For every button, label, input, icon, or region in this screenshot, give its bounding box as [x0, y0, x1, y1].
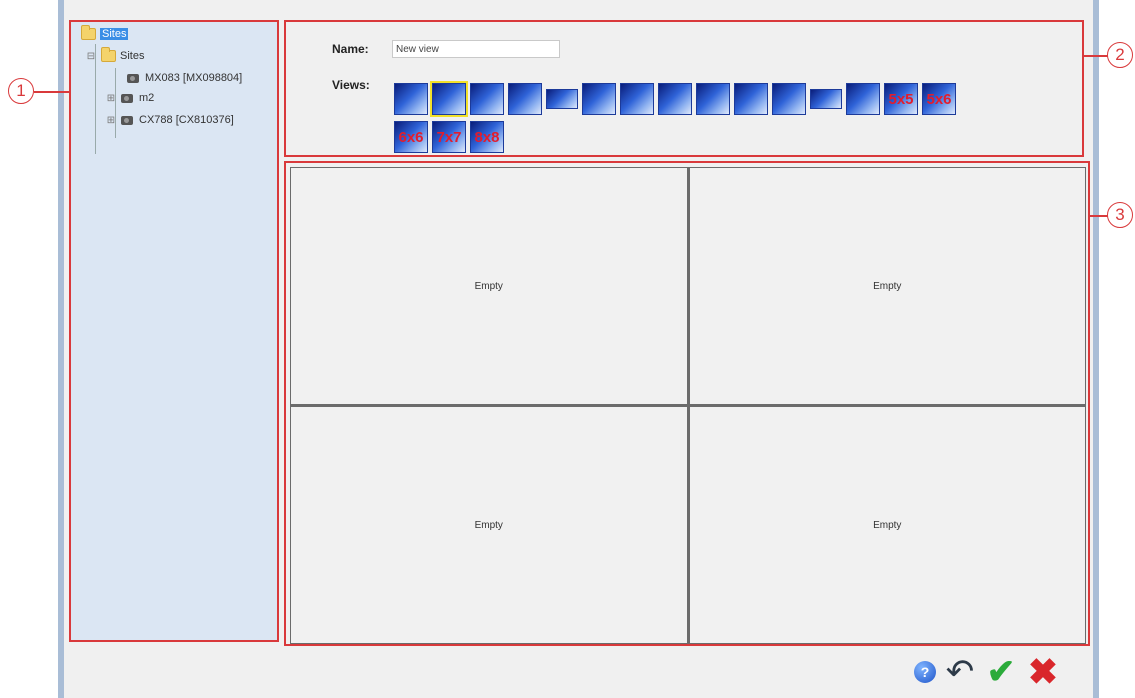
layout-option[interactable]: 8x8 — [470, 121, 504, 153]
layout-option[interactable] — [620, 83, 654, 115]
callout-3: 3 — [1107, 202, 1133, 228]
view-settings-panel: Name: Views: 5x5 5x6 6x6 7x7 8x8 — [284, 20, 1084, 157]
callout-2: 2 — [1107, 42, 1133, 68]
layout-option[interactable] — [546, 89, 578, 109]
layout-option[interactable]: 5x6 — [922, 83, 956, 115]
view-cell[interactable]: Empty — [689, 407, 1085, 643]
view-name-input[interactable] — [392, 40, 560, 58]
check-icon: ✔ — [986, 653, 1016, 691]
view-cell[interactable]: Empty — [291, 407, 687, 643]
layout-option[interactable] — [696, 83, 730, 115]
collapse-icon[interactable]: ⊟ — [85, 51, 97, 62]
layout-option-selected[interactable] — [430, 81, 468, 117]
tree-item-site[interactable]: ⊞ m2 — [105, 92, 154, 104]
close-icon: ✖ — [1027, 651, 1059, 692]
tree-item-site[interactable]: ⊞ CX788 [CX810376] — [105, 114, 234, 126]
layout-option[interactable] — [846, 83, 880, 115]
layout-option-label: 6x6 — [398, 129, 424, 146]
layout-option-label: 7x7 — [436, 129, 462, 146]
tree-root-label: Sites — [100, 28, 129, 40]
layout-option[interactable] — [810, 89, 842, 109]
layout-option[interactable]: 7x7 — [432, 121, 466, 153]
help-button[interactable]: ? — [912, 655, 938, 689]
view-cell-label: Empty — [873, 280, 902, 292]
view-cell[interactable]: Empty — [291, 168, 687, 404]
tree-item-site[interactable]: MX083 [MX098804] — [127, 72, 242, 84]
camera-icon — [121, 93, 133, 103]
callout-2-line — [1084, 55, 1108, 57]
site-tree-panel: Sites ⊟ Sites MX083 [MX098804] ⊞ m2 ⊞ CX… — [69, 20, 279, 642]
cancel-button[interactable]: ✖ — [1024, 651, 1062, 692]
layout-option[interactable] — [508, 83, 542, 115]
layout-option[interactable] — [394, 83, 428, 115]
view-cell-label: Empty — [474, 280, 503, 292]
tree-item-label: MX083 [MX098804] — [145, 72, 243, 84]
view-grid: Empty Empty Empty Empty — [290, 167, 1086, 644]
layout-option[interactable]: 5x5 — [884, 83, 918, 115]
ok-button[interactable]: ✔ — [982, 655, 1020, 689]
tree-item-label: CX788 [CX810376] — [139, 114, 234, 126]
views-label: Views: — [332, 78, 370, 92]
layout-option[interactable] — [658, 83, 692, 115]
view-cell-label: Empty — [873, 519, 902, 531]
view-cell-label: Empty — [474, 519, 503, 531]
layout-option[interactable] — [772, 83, 806, 115]
layout-option-label: 5x6 — [926, 91, 952, 108]
layout-option[interactable] — [734, 83, 768, 115]
layout-option-label: 8x8 — [474, 129, 500, 146]
layout-picker: 5x5 5x6 6x6 7x7 8x8 — [394, 81, 1054, 153]
tree-node-sites[interactable]: ⊟ Sites — [85, 47, 145, 62]
layout-option[interactable] — [582, 83, 616, 115]
camera-icon — [121, 115, 133, 125]
tree-root[interactable]: Sites — [81, 25, 129, 40]
expand-icon[interactable]: ⊞ — [105, 93, 117, 104]
callout-3-line — [1090, 215, 1108, 217]
help-icon: ? — [914, 661, 936, 683]
layout-option[interactable] — [470, 83, 504, 115]
camera-icon — [127, 73, 139, 83]
expand-icon[interactable]: ⊞ — [105, 115, 117, 126]
tree-node-sites-label: Sites — [120, 50, 145, 62]
view-cell[interactable]: Empty — [689, 168, 1085, 404]
name-label: Name: — [332, 42, 369, 56]
folder-icon — [81, 25, 96, 40]
callout-1: 1 — [8, 78, 34, 104]
view-grid-panel: Empty Empty Empty Empty — [284, 161, 1090, 646]
layout-option-label: 5x5 — [888, 91, 914, 108]
callout-1-line — [34, 91, 70, 93]
undo-icon: ↶ — [945, 653, 975, 691]
folder-icon — [101, 47, 116, 62]
undo-button[interactable]: ↶ — [942, 655, 978, 689]
layout-option[interactable]: 6x6 — [394, 121, 428, 153]
tree-item-label: m2 — [139, 92, 155, 104]
